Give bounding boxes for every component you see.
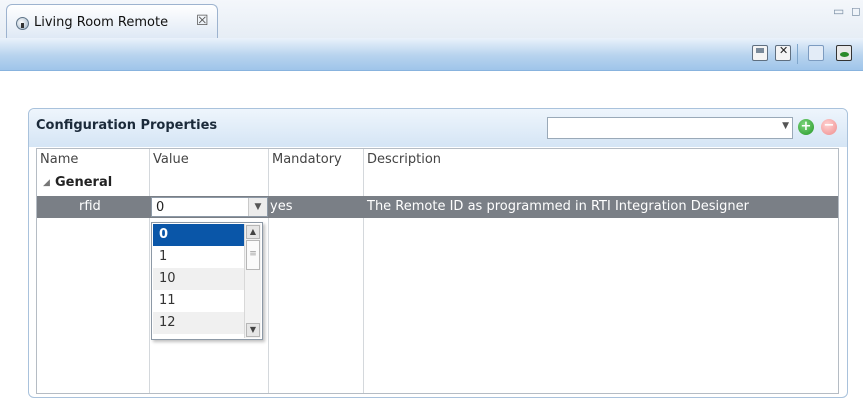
save-icon[interactable] <box>752 45 768 61</box>
chevron-down-icon[interactable]: ▼ <box>782 121 789 131</box>
scroll-thumb[interactable]: ≡ <box>246 240 260 270</box>
minimize-icon[interactable]: ▭ <box>833 4 844 18</box>
maximize-icon[interactable]: ◻ <box>851 4 861 18</box>
row-mandatory: yes <box>270 199 293 214</box>
column-header-mandatory[interactable]: Mandatory <box>272 152 342 167</box>
remote-icon <box>16 17 29 30</box>
editor-tab-living-room-remote[interactable]: Living Room Remote ☒ <box>6 4 218 38</box>
remove-property-button[interactable]: − <box>821 119 837 135</box>
row-name: rfid <box>79 199 101 214</box>
editor-toolbar <box>0 38 863 71</box>
filter-icon[interactable] <box>808 45 824 61</box>
section-header: Configuration Properties ▼ + − <box>29 109 847 147</box>
scroll-down-icon[interactable]: ▼ <box>246 323 260 337</box>
group-row-general[interactable]: ◢ General <box>37 175 838 195</box>
dropdown-option[interactable]: 1 <box>153 246 244 268</box>
scroll-up-icon[interactable]: ▲ <box>246 225 260 239</box>
value-combo-text: 0 <box>156 200 165 215</box>
row-description: The Remote ID as programmed in RTI Integ… <box>367 199 749 214</box>
editor-tab-strip: Living Room Remote ☒ ▭ ◻ <box>0 0 863 39</box>
dropdown-option[interactable]: 12 <box>153 312 244 334</box>
column-header-value[interactable]: Value <box>153 152 189 167</box>
editor-tab-title: Living Room Remote <box>34 15 169 30</box>
close-icon[interactable]: ☒ <box>196 13 209 29</box>
value-dropdown-list[interactable]: 0 1 10 11 12 ▲ ≡ ▼ <box>151 222 263 340</box>
table-row[interactable]: rfid 0 ▼ yes The Remote ID as programmed… <box>37 196 838 218</box>
section-title: Configuration Properties <box>36 118 218 133</box>
dropdown-option[interactable]: 11 <box>153 290 244 312</box>
filter-combo[interactable]: ▼ <box>547 117 793 139</box>
group-label: General <box>55 175 113 190</box>
toolbar-separator <box>797 44 798 64</box>
value-combo[interactable]: 0 ▼ <box>151 197 268 217</box>
save-as-icon[interactable] <box>775 44 791 61</box>
column-header-description[interactable]: Description <box>367 152 441 167</box>
expand-triangle-icon[interactable]: ◢ <box>43 178 50 188</box>
add-property-button[interactable]: + <box>798 119 814 135</box>
chevron-down-icon[interactable]: ▼ <box>248 198 267 216</box>
column-header-name[interactable]: Name <box>40 152 78 167</box>
show-hidden-icon[interactable] <box>836 45 852 61</box>
dropdown-scrollbar[interactable]: ▲ ≡ ▼ <box>244 224 261 338</box>
dropdown-option[interactable]: 0 <box>153 224 244 246</box>
dropdown-option[interactable]: 10 <box>153 268 244 290</box>
